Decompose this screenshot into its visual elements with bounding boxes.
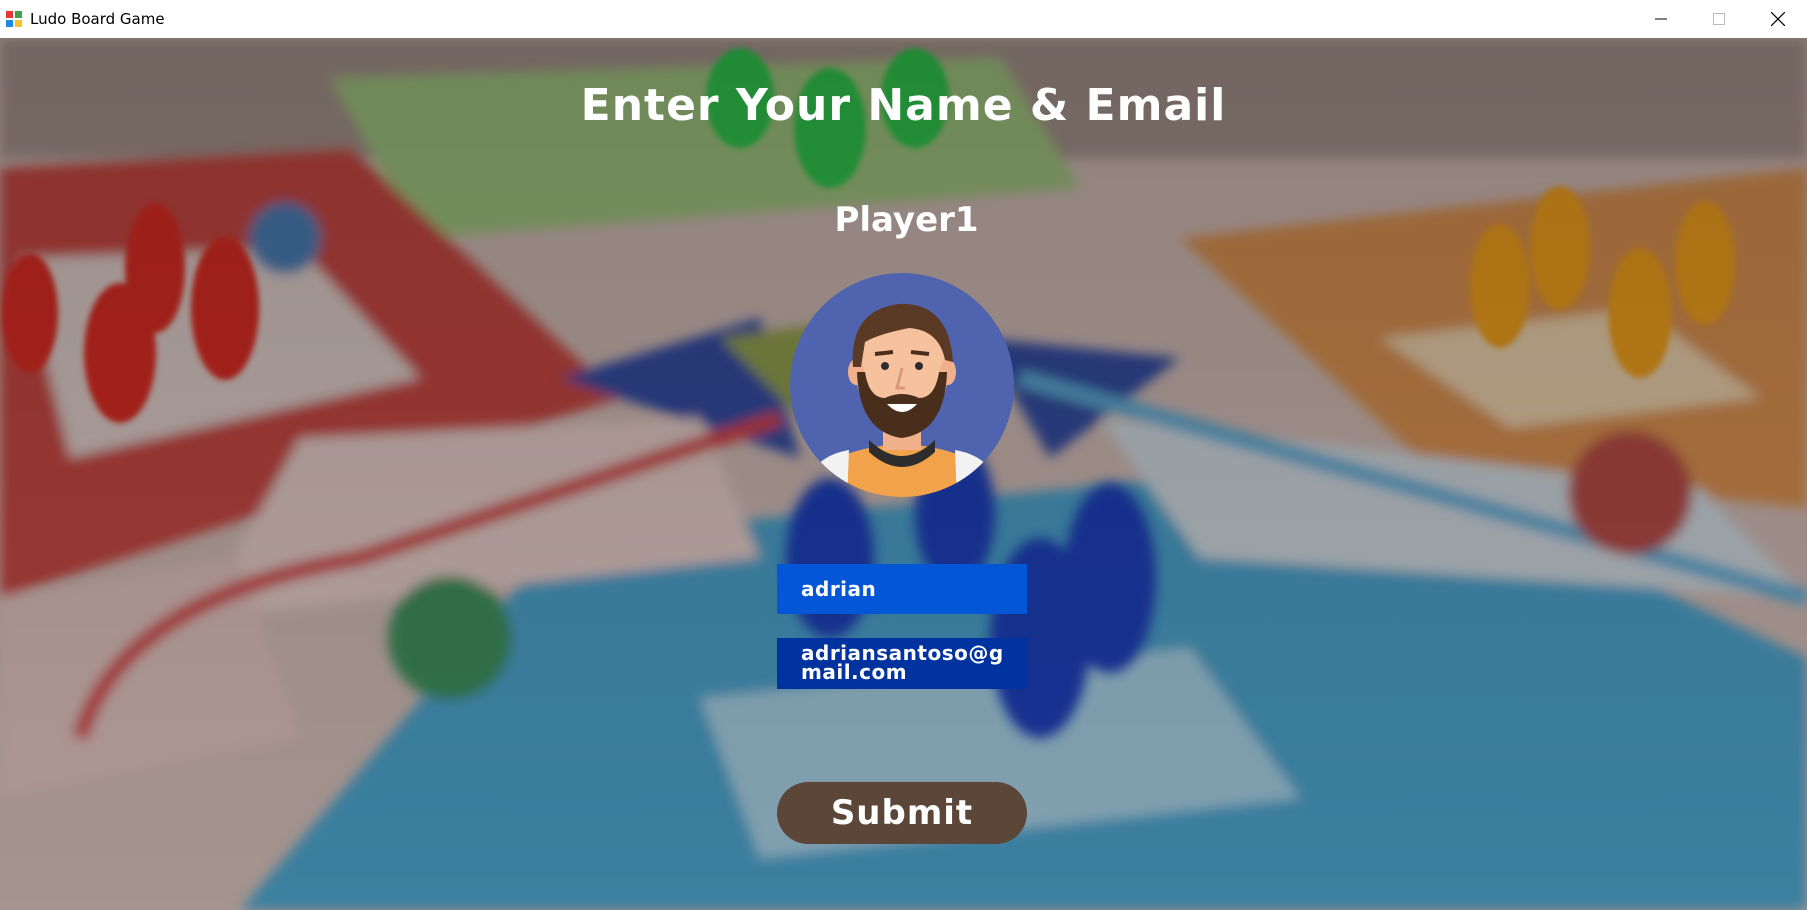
maximize-button[interactable] (1690, 0, 1748, 38)
name-input[interactable]: adrian (777, 564, 1027, 614)
page-heading: Enter Your Name & Email (580, 80, 1227, 131)
window-titlebar: Ludo Board Game (0, 0, 1807, 38)
email-input[interactable]: adriansantoso@gmail.com (777, 638, 1027, 689)
close-button[interactable] (1749, 0, 1807, 38)
submit-button[interactable]: Submit (777, 782, 1027, 844)
close-icon (1771, 12, 1785, 26)
maximize-icon (1713, 13, 1725, 25)
ludo-app-icon (6, 11, 22, 27)
avatar (790, 273, 1014, 497)
window-title: Ludo Board Game (30, 10, 165, 28)
player-label: Player1 (834, 200, 979, 240)
minimize-icon (1655, 18, 1667, 20)
game-stage: Enter Your Name & Email Player1 adrian a… (0, 38, 1807, 910)
minimize-button[interactable] (1632, 0, 1690, 38)
